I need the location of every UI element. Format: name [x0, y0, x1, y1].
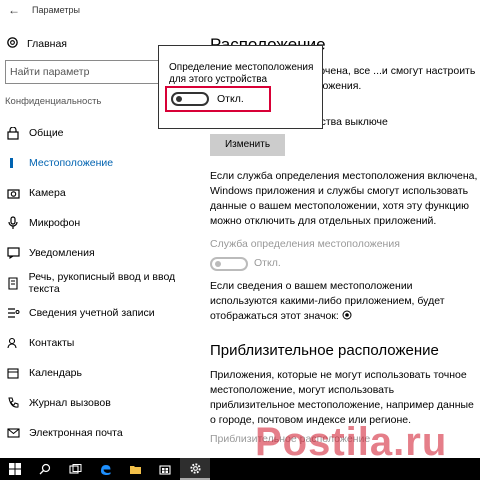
- indicator-description: Если сведения о вашем местоположении исп…: [210, 279, 480, 324]
- windows-start-icon[interactable]: [0, 458, 30, 480]
- change-button[interactable]: Изменить: [210, 134, 285, 156]
- toggle-state: Откл.: [217, 93, 244, 105]
- sidebar-item-camera[interactable]: Камера: [0, 178, 205, 208]
- sidebar-item-label: Местоположение: [29, 157, 114, 169]
- sidebar-item-label: Сведения учетной записи: [29, 307, 155, 319]
- sidebar-nav: Общие Местоположение Камера Микрофон Уве…: [0, 118, 205, 448]
- location-service-toggle[interactable]: Откл.: [210, 256, 281, 271]
- toggle-switch: [171, 92, 209, 106]
- sidebar-item-label: Общие: [29, 127, 64, 139]
- sidebar-item-label: Речь, рукописный ввод и ввод текста: [28, 271, 176, 295]
- location-icon: [6, 156, 20, 170]
- call-history-icon: [6, 396, 20, 410]
- service-description: Если служба определения местоположения в…: [210, 170, 478, 227]
- toggle-switch: [210, 256, 248, 271]
- edge-icon[interactable]: [90, 458, 120, 480]
- location-device-popup: Определение местоположения для этого уст…: [158, 45, 323, 129]
- task-view-icon[interactable]: [60, 458, 90, 480]
- microphone-icon: [6, 216, 20, 230]
- device-location-toggle[interactable]: Откл.: [171, 92, 244, 106]
- settings-icon[interactable]: [180, 458, 210, 480]
- indicator-text: Если сведения о вашем местоположении исп…: [210, 280, 445, 322]
- sidebar-item-label: Камера: [29, 187, 66, 199]
- sidebar-item-label: Уведомления: [29, 247, 95, 259]
- service-label: Служба определения местоположения: [210, 238, 400, 250]
- back-arrow-icon[interactable]: ←: [8, 3, 20, 17]
- email-icon: [6, 426, 20, 440]
- camera-icon: [6, 186, 20, 200]
- search-placeholder: Найти параметр: [10, 66, 90, 78]
- account-icon: [6, 306, 20, 320]
- sidebar-item-contacts[interactable]: Контакты: [0, 328, 205, 358]
- sidebar-item-account[interactable]: Сведения учетной записи: [0, 298, 205, 328]
- sidebar-item-label: Календарь: [29, 367, 82, 379]
- sidebar-item-email[interactable]: Электронная почта: [0, 418, 205, 448]
- title-bar: ← Параметры: [0, 0, 480, 22]
- home-link[interactable]: Главная: [6, 36, 67, 52]
- approximate-location-text: Приложения, которые не могут использоват…: [210, 369, 474, 426]
- search-icon[interactable]: [30, 458, 60, 480]
- sidebar-item-label: Журнал вызовов: [29, 397, 111, 409]
- sidebar-item-microphone[interactable]: Микрофон: [0, 208, 205, 238]
- toggle-state: Откл.: [254, 257, 281, 269]
- sidebar-item-call-history[interactable]: Журнал вызовов: [0, 388, 205, 418]
- location-indicator-icon: [342, 310, 352, 320]
- notifications-icon: [6, 246, 20, 260]
- sidebar-item-calendar[interactable]: Календарь: [0, 358, 205, 388]
- sidebar-item-label: Микрофон: [29, 217, 81, 229]
- popup-title: Определение местоположения для этого уст…: [169, 62, 314, 85]
- sidebar-item-notifications[interactable]: Уведомления: [0, 238, 205, 268]
- contacts-icon: [6, 336, 20, 350]
- sidebar-item-label: Электронная почта: [29, 427, 123, 439]
- home-label: Главная: [27, 38, 67, 50]
- calendar-icon: [6, 366, 20, 380]
- taskbar: [0, 458, 480, 480]
- lock-icon: [6, 126, 20, 140]
- sidebar-item-label: Контакты: [29, 337, 75, 349]
- store-icon[interactable]: [150, 458, 180, 480]
- file-explorer-icon[interactable]: [120, 458, 150, 480]
- section-label: Конфиденциальность: [5, 96, 102, 107]
- sidebar-item-location[interactable]: Местоположение: [0, 148, 205, 178]
- speech-icon: [6, 276, 20, 290]
- window-title: Параметры: [32, 5, 80, 15]
- sidebar-item-speech[interactable]: Речь, рукописный ввод и ввод текста: [0, 268, 205, 298]
- approximate-location-heading: Приблизительное расположение: [210, 342, 439, 359]
- gear-icon: [6, 36, 19, 52]
